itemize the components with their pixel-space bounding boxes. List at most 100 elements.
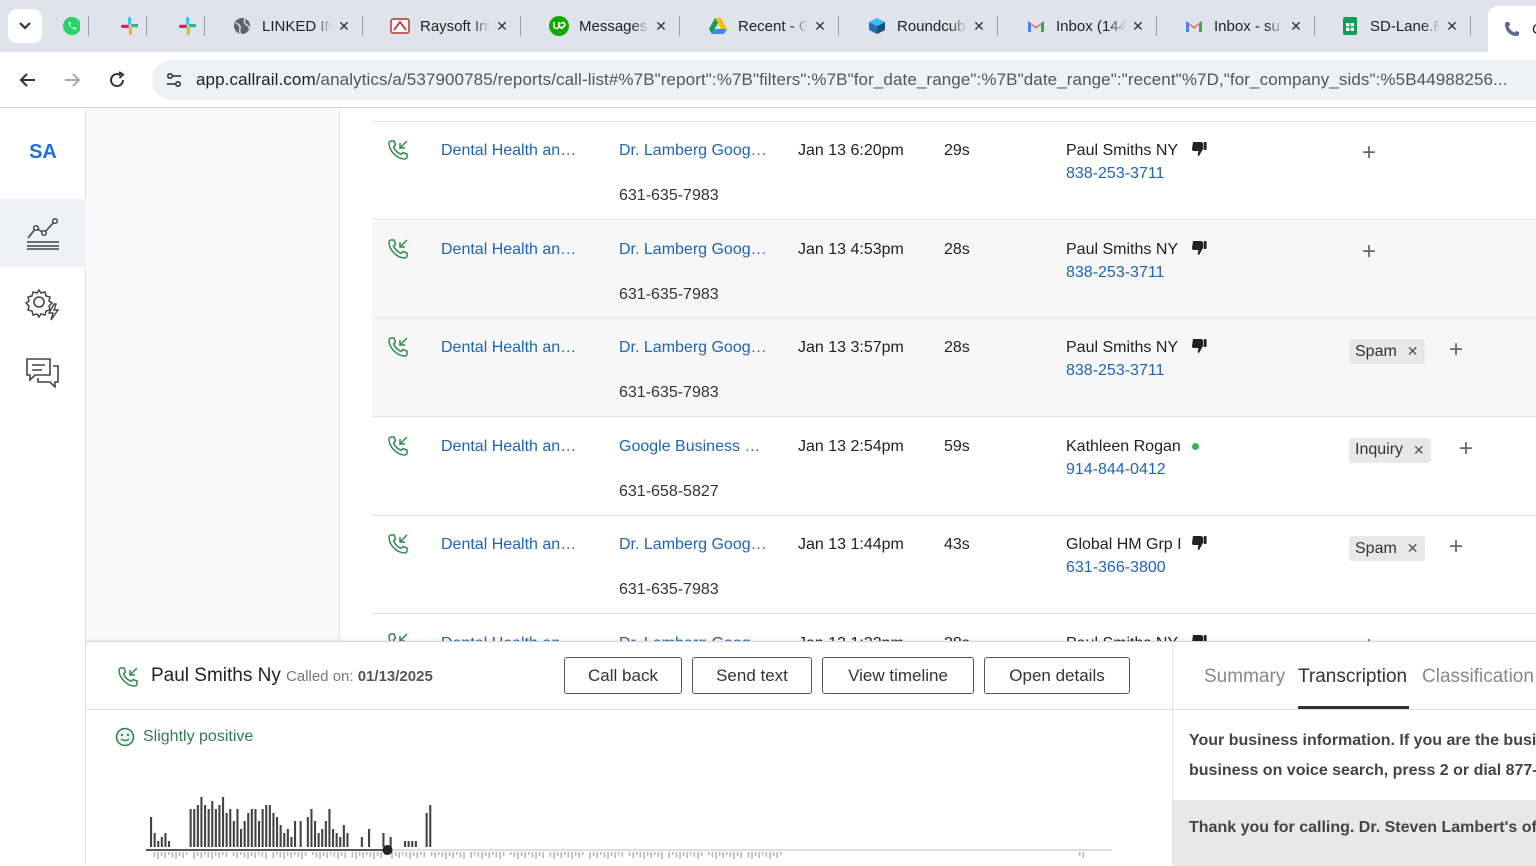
- company-link[interactable]: Dental Health an…: [441, 438, 576, 456]
- browser-tab[interactable]: Roundcub ✕: [867, 8, 989, 44]
- waveform-bar: [762, 852, 764, 855]
- waveform-bar: [272, 852, 274, 858]
- close-tab-icon[interactable]: ✕: [492, 16, 512, 36]
- company-link[interactable]: Dental Health an…: [441, 241, 576, 259]
- browser-tab[interactable]: Recent - G ✕: [708, 8, 830, 44]
- close-tab-icon[interactable]: ✕: [969, 16, 989, 36]
- account-logo[interactable]: SA: [0, 141, 86, 164]
- company-link[interactable]: Dental Health an…: [441, 339, 576, 357]
- send-text-button[interactable]: Send text: [692, 657, 812, 694]
- add-tag-button[interactable]: +: [1358, 238, 1380, 266]
- reload-button[interactable]: [101, 64, 133, 96]
- browser-tab[interactable]: Raysoft Inf ✕: [390, 8, 512, 44]
- source-link[interactable]: Dr. Lamberg Goog…: [619, 142, 767, 160]
- tab-summary[interactable]: Summary: [1204, 666, 1285, 688]
- waveform-bar: [690, 852, 692, 855]
- waveform-bar: [222, 797, 225, 847]
- table-row[interactable]: Dental Health an… Dr. Lamberg Goog… 631-63…: [372, 220, 1536, 319]
- address-bar[interactable]: app.callrail.com/analytics/a/537900785/r…: [152, 60, 1536, 100]
- tab-transcription[interactable]: Transcription: [1298, 666, 1407, 688]
- add-tag-button[interactable]: +: [1445, 336, 1467, 364]
- remove-tag-icon[interactable]: ✕: [1407, 540, 1419, 557]
- waveform-bar: [294, 821, 297, 847]
- caller-number-link[interactable]: 838-253-3711: [1066, 264, 1164, 282]
- tab-separator: [1470, 16, 1471, 36]
- close-tab-icon[interactable]: ✕: [1286, 16, 1306, 36]
- audio-waveform[interactable]: [146, 782, 1116, 862]
- source-link[interactable]: Dr. Lamberg Goog…: [619, 339, 767, 357]
- tab-search-dropdown[interactable]: [8, 9, 42, 43]
- waveform-bar: [358, 852, 361, 856]
- tab-classification[interactable]: Classification: [1422, 666, 1534, 688]
- new-caller-dot: [1192, 442, 1199, 450]
- back-button[interactable]: [12, 64, 44, 96]
- inbound-call-icon: [386, 335, 410, 359]
- waveform-bar: [754, 852, 757, 856]
- waveform-bar: [360, 837, 363, 847]
- tracking-number: 631-658-5827: [619, 482, 719, 500]
- source-link[interactable]: Dr. Lamberg Goog…: [619, 241, 767, 259]
- close-tab-icon[interactable]: ✕: [1128, 16, 1148, 36]
- forward-button[interactable]: [56, 64, 88, 96]
- browser-tab[interactable]: SD-Lane.R ✕: [1340, 8, 1462, 44]
- browser-tab[interactable]: Messages ✕: [549, 8, 671, 44]
- close-tab-icon[interactable]: ✕: [1442, 16, 1462, 36]
- waveform-bar: [513, 852, 516, 857]
- close-tab-icon[interactable]: ✕: [651, 16, 671, 36]
- browser-tab[interactable]: [62, 8, 80, 44]
- view-timeline-button[interactable]: View timeline: [822, 657, 974, 694]
- waveform-bar: [218, 805, 221, 847]
- browser-tab[interactable]: LINKED IN ✕: [232, 8, 354, 44]
- company-link[interactable]: Dental Health an…: [441, 536, 576, 554]
- open-details-button[interactable]: Open details: [984, 657, 1130, 694]
- sidebar-item-analytics[interactable]: [0, 199, 86, 267]
- playhead-handle[interactable]: [382, 845, 393, 855]
- browser-tab[interactable]: Inbox (144 ✕: [1026, 8, 1148, 44]
- caller-number-link[interactable]: 914-844-0412: [1066, 461, 1166, 479]
- browser-toolbar: app.callrail.com/analytics/a/537900785/r…: [0, 52, 1536, 108]
- close-tab-icon[interactable]: ✕: [334, 16, 354, 36]
- tab-separator: [1156, 16, 1157, 36]
- browser-tab[interactable]: [120, 8, 138, 44]
- waveform-bar: [643, 852, 645, 859]
- table-row[interactable]: Dental Health an… Dr. Lamberg Goog… 631-63…: [372, 319, 1536, 417]
- thumbs-down-icon[interactable]: [1190, 534, 1208, 552]
- table-row[interactable]: Dental Health an… Dr. Lamberg Goog… 631-63…: [372, 122, 1536, 220]
- thumbs-down-icon[interactable]: [1190, 239, 1208, 257]
- source-link[interactable]: Google Business …: [619, 438, 760, 456]
- sidebar-item-conversations[interactable]: [0, 338, 86, 406]
- waveform-bar: [736, 852, 739, 856]
- company-link[interactable]: Dental Health an…: [441, 142, 576, 160]
- source-link[interactable]: Dr. Lamberg Goog…: [619, 536, 767, 554]
- waveform-bar: [672, 852, 674, 855]
- waveform-bar: [560, 852, 562, 858]
- add-tag-button[interactable]: +: [1455, 435, 1477, 463]
- caller-number-link[interactable]: 631-366-3800: [1066, 559, 1166, 577]
- thumbs-down-icon[interactable]: [1190, 337, 1208, 355]
- browser-tab[interactable]: C: [1488, 6, 1536, 52]
- sidebar-item-settings[interactable]: [0, 270, 86, 338]
- table-row[interactable]: Dental Health an… Google Business … 631-65…: [372, 418, 1536, 516]
- call-back-button[interactable]: Call back: [564, 657, 682, 694]
- browser-tab[interactable]: [178, 8, 196, 44]
- caller-number-link[interactable]: 838-253-3711: [1066, 165, 1164, 183]
- caller-number-link[interactable]: 838-253-3711: [1066, 362, 1164, 380]
- waveform-bar: [250, 852, 253, 856]
- waveform-bar: [207, 809, 210, 847]
- waveform-bar: [463, 852, 465, 859]
- waveform-bar: [582, 852, 584, 855]
- add-tag-button[interactable]: +: [1445, 533, 1467, 561]
- thumbs-down-icon[interactable]: [1190, 140, 1208, 158]
- thumbs-down-icon[interactable]: [1190, 633, 1208, 641]
- remove-tag-icon[interactable]: ✕: [1413, 442, 1425, 459]
- table-row[interactable]: Dental Health an…Dr. Lamberg Goog…Jan 13…: [372, 615, 1536, 642]
- table-row[interactable]: Dental Health an… Dr. Lamberg Goog… 631-63…: [372, 516, 1536, 614]
- waveform-bar: [459, 852, 462, 857]
- site-info-icon[interactable]: [156, 62, 192, 98]
- close-tab-icon[interactable]: ✕: [810, 16, 830, 36]
- browser-tab[interactable]: Inbox - su ✕: [1184, 8, 1306, 44]
- add-tag-button[interactable]: +: [1358, 139, 1380, 167]
- waveform-bar: [168, 852, 170, 855]
- add-tag-button[interactable]: +: [1358, 632, 1380, 642]
- remove-tag-icon[interactable]: ✕: [1407, 343, 1419, 360]
